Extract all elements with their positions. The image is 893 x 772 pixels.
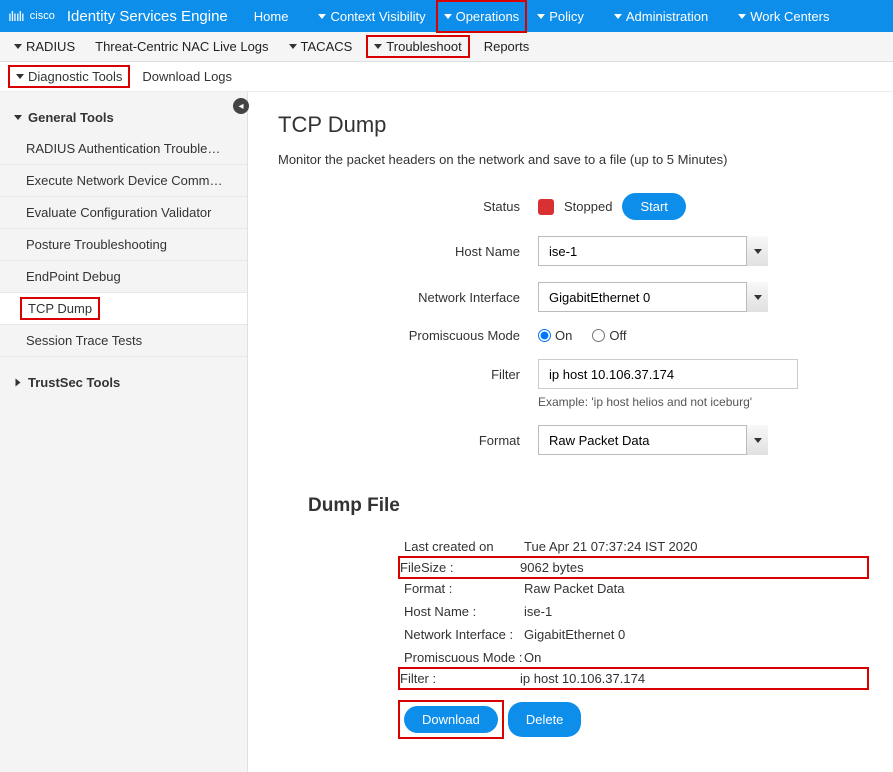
nav-context[interactable]: Context Visibility (304, 2, 439, 31)
sidebar: ◂ General Tools RADIUS Authentication Tr… (0, 92, 248, 772)
dump-created-label: Last created on (404, 539, 524, 554)
dump-interface-value: GigabitEthernet 0 (524, 627, 625, 642)
filter-hint: Example: 'ip host helios and not iceburg… (538, 395, 752, 409)
subnav-threat[interactable]: Threat-Centric NAC Live Logs (95, 39, 268, 54)
caret-icon (444, 14, 452, 19)
caret-icon (318, 14, 326, 19)
dump-filesize-value: 9062 bytes (520, 560, 584, 575)
interface-label: Network Interface (278, 290, 538, 305)
format-input[interactable] (538, 425, 768, 455)
sidebar-collapse-button[interactable]: ◂ (233, 98, 249, 114)
chevron-down-icon (746, 236, 768, 266)
dump-filter-label: Filter : (400, 671, 520, 686)
hostname-input[interactable] (538, 236, 768, 266)
dump-host-value: ise-1 (524, 604, 552, 619)
interface-input[interactable] (538, 282, 768, 312)
page-title: TCP Dump (278, 112, 863, 138)
sub-nav: RADIUS Threat-Centric NAC Live Logs TACA… (0, 32, 893, 62)
dump-filesize-label: FileSize : (400, 560, 520, 575)
sidebar-item-posture[interactable]: Posture Troubleshooting (0, 229, 247, 261)
delete-button[interactable]: Delete (508, 702, 582, 737)
dump-interface-label: Network Interface : (404, 627, 524, 642)
caret-icon (614, 14, 622, 19)
status-label: Status (278, 199, 538, 214)
caret-icon (14, 44, 22, 49)
dump-file-section: Dump File Last created onTue Apr 21 07:3… (308, 495, 863, 737)
status-value: Stopped (564, 199, 612, 214)
sidebar-item-radius-auth[interactable]: RADIUS Authentication Trouble… (0, 133, 247, 165)
dump-file-title: Dump File (308, 495, 863, 517)
caret-icon (16, 74, 24, 79)
filter-label: Filter (278, 367, 538, 382)
dump-format-label: Format : (404, 581, 524, 596)
content: TCP Dump Monitor the packet headers on t… (248, 92, 893, 772)
caret-icon (738, 14, 746, 19)
sidebar-item-eval-config[interactable]: Evaluate Configuration Validator (0, 197, 247, 229)
sidebar-item-execute-cmd[interactable]: Execute Network Device Comm… (0, 165, 247, 197)
caret-icon (374, 44, 382, 49)
brand-title: Identity Services Engine (67, 8, 228, 25)
subnav-radius[interactable]: RADIUS (14, 39, 75, 54)
caret-icon (289, 44, 297, 49)
sidebar-item-endpoint-debug[interactable]: EndPoint Debug (0, 261, 247, 293)
page-description: Monitor the packet headers on the networ… (278, 152, 863, 167)
chevron-down-icon (746, 282, 768, 312)
dump-promiscuous-value: On (524, 650, 541, 665)
stopped-icon (538, 199, 554, 215)
format-select[interactable] (538, 425, 768, 455)
sidebar-item-session-trace[interactable]: Session Trace Tests (0, 325, 247, 357)
caret-icon (537, 14, 545, 19)
sidebar-list: RADIUS Authentication Trouble… Execute N… (0, 133, 247, 357)
subnav-tacacs[interactable]: TACACS (289, 39, 353, 54)
cisco-logo-icon: ılıılı (8, 8, 24, 24)
format-label: Format (278, 433, 538, 448)
sidebar-section-general[interactable]: General Tools (0, 92, 247, 133)
tertiary-nav: Diagnostic Tools Download Logs (0, 62, 893, 92)
filter-input[interactable] (538, 359, 798, 389)
start-button[interactable]: Start (622, 193, 685, 220)
nav-home[interactable]: Home (240, 2, 303, 31)
chevron-down-icon (746, 425, 768, 455)
download-button[interactable]: Download (404, 706, 498, 733)
promiscuous-label: Promiscuous Mode (278, 328, 538, 343)
dump-format-value: Raw Packet Data (524, 581, 624, 596)
dump-host-label: Host Name : (404, 604, 524, 619)
promiscuous-off-radio[interactable]: Off (592, 328, 626, 343)
dump-filter-value: ip host 10.106.37.174 (520, 671, 645, 686)
interface-select[interactable] (538, 282, 768, 312)
sidebar-item-tcp-dump[interactable]: TCP Dump (0, 293, 247, 325)
cisco-text: cisco (30, 10, 55, 22)
dump-promiscuous-label: Promiscuous Mode : (404, 650, 524, 665)
subnav-reports[interactable]: Reports (484, 39, 530, 54)
nav-policy[interactable]: Policy (523, 2, 598, 31)
ternav-download-logs[interactable]: Download Logs (142, 69, 232, 84)
top-nav: ılıılı cisco Identity Services Engine Ho… (0, 0, 893, 32)
logo: ılıılı cisco (8, 8, 55, 24)
caret-icon (16, 379, 21, 387)
promiscuous-on-radio[interactable]: On (538, 328, 572, 343)
nav-administration[interactable]: Administration (600, 2, 722, 31)
caret-icon (14, 115, 22, 120)
sidebar-section-trustsec[interactable]: TrustSec Tools (0, 357, 247, 398)
ternav-diagnostic-tools[interactable]: Diagnostic Tools (8, 65, 130, 88)
nav-operations[interactable]: Operations (436, 0, 528, 33)
nav-work-centers[interactable]: Work Centers (724, 2, 843, 31)
hostname-select[interactable] (538, 236, 768, 266)
hostname-label: Host Name (278, 244, 538, 259)
subnav-troubleshoot[interactable]: Troubleshoot (366, 35, 469, 58)
dump-created-value: Tue Apr 21 07:37:24 IST 2020 (524, 539, 697, 554)
